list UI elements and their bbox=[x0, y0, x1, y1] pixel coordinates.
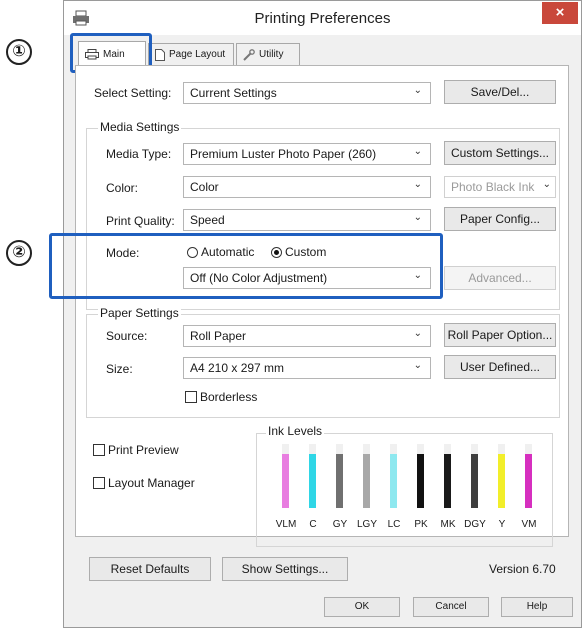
size-value: A4 210 x 297 mm bbox=[190, 361, 285, 375]
ink-label-c: C bbox=[309, 519, 317, 530]
callout-number-2: ② bbox=[6, 240, 32, 266]
close-button[interactable]: × bbox=[542, 2, 578, 24]
ink-label-pk: PK bbox=[414, 519, 428, 530]
chevron-down-icon: ⌄ bbox=[413, 179, 422, 190]
window-title: Printing Preferences bbox=[254, 10, 391, 27]
select-setting-dropdown[interactable]: Current Settings ⌄ bbox=[183, 82, 431, 104]
ink-label-mk: MK bbox=[440, 519, 456, 530]
tab-page-layout-label: Page Layout bbox=[169, 49, 226, 60]
advanced-button[interactable]: Advanced... bbox=[444, 266, 556, 290]
printing-preferences-window: Printing Preferences × Main Page Layout … bbox=[49, 0, 582, 628]
ink-label-vlm: VLM bbox=[275, 519, 297, 530]
ink-levels-display: VLM C GY LGY LC PK MK DGY Y VM bbox=[274, 444, 546, 544]
color-label: Color: bbox=[106, 181, 139, 195]
custom-settings-button[interactable]: Custom Settings... bbox=[444, 141, 556, 165]
reset-defaults-button[interactable]: Reset Defaults bbox=[89, 557, 211, 581]
chevron-down-icon: ⌄ bbox=[542, 179, 551, 190]
roll-paper-option-button[interactable]: Roll Paper Option... bbox=[444, 323, 556, 347]
chevron-down-icon: ⌄ bbox=[413, 85, 422, 96]
ink-label-lgy: LGY bbox=[356, 519, 377, 530]
ink-label-dgy: DGY bbox=[464, 519, 486, 530]
chevron-down-icon: ⌄ bbox=[413, 328, 422, 339]
callout-number-1: ① bbox=[6, 39, 32, 65]
paper-settings-title: Paper Settings bbox=[98, 306, 181, 320]
media-type-label: Media Type: bbox=[106, 147, 172, 161]
print-quality-value: Speed bbox=[190, 213, 225, 227]
ink-bar-gy bbox=[336, 454, 343, 508]
page-icon bbox=[155, 48, 165, 61]
media-type-value: Premium Luster Photo Paper (260) bbox=[190, 147, 377, 161]
driver-version: Version 6.70 bbox=[489, 562, 556, 576]
ok-button[interactable]: OK bbox=[324, 597, 400, 617]
black-ink-dropdown[interactable]: Photo Black Ink ⌄ bbox=[444, 176, 556, 198]
ink-bar-lgy bbox=[363, 454, 370, 508]
print-quality-dropdown[interactable]: Speed ⌄ bbox=[183, 209, 431, 231]
color-dropdown[interactable]: Color ⌄ bbox=[183, 176, 431, 198]
show-settings-button[interactable]: Show Settings... bbox=[222, 557, 348, 581]
borderless-checkbox[interactable] bbox=[185, 391, 197, 403]
ink-bar-mk bbox=[444, 454, 451, 508]
wrench-icon bbox=[243, 48, 255, 61]
ink-label-y: Y bbox=[498, 519, 506, 530]
user-defined-button[interactable]: User Defined... bbox=[444, 355, 556, 379]
ink-label-lc: LC bbox=[387, 519, 401, 530]
ink-bar-vlm bbox=[282, 454, 289, 508]
chevron-down-icon: ⌄ bbox=[413, 146, 422, 157]
source-dropdown[interactable]: Roll Paper ⌄ bbox=[183, 325, 431, 347]
size-label: Size: bbox=[106, 362, 133, 376]
tab-utility[interactable]: Utility bbox=[236, 43, 300, 65]
layout-manager-label: Layout Manager bbox=[108, 476, 195, 490]
ink-bar-pk bbox=[417, 454, 424, 508]
chevron-down-icon: ⌄ bbox=[413, 212, 422, 223]
media-type-dropdown[interactable]: Premium Luster Photo Paper (260) ⌄ bbox=[183, 143, 431, 165]
ink-bar-vm bbox=[525, 454, 532, 508]
ink-levels-title: Ink Levels bbox=[266, 424, 325, 438]
ink-bar-c bbox=[309, 454, 316, 508]
title-bar: Printing Preferences × bbox=[64, 1, 581, 35]
chevron-down-icon: ⌄ bbox=[413, 360, 422, 371]
borderless-label: Borderless bbox=[200, 390, 258, 404]
color-value: Color bbox=[190, 180, 219, 194]
media-settings-title: Media Settings bbox=[98, 120, 182, 134]
select-setting-value: Current Settings bbox=[190, 86, 277, 100]
save-del-button[interactable]: Save/Del... bbox=[444, 80, 556, 104]
ink-bar-y bbox=[498, 454, 505, 508]
size-dropdown[interactable]: A4 210 x 297 mm ⌄ bbox=[183, 357, 431, 379]
source-value: Roll Paper bbox=[190, 329, 247, 343]
print-preview-label: Print Preview bbox=[108, 443, 179, 457]
print-quality-label: Print Quality: bbox=[106, 214, 175, 228]
tab-page-layout[interactable]: Page Layout bbox=[148, 43, 234, 65]
black-ink-value: Photo Black Ink bbox=[451, 180, 535, 194]
ink-bar-dgy bbox=[471, 454, 478, 508]
tab-utility-label: Utility bbox=[259, 49, 284, 60]
source-label: Source: bbox=[106, 329, 148, 343]
main-tab-panel: Select Setting: Current Settings ⌄ Save/… bbox=[75, 65, 569, 547]
print-preview-checkbox[interactable] bbox=[93, 444, 105, 456]
ink-bar-lc bbox=[390, 454, 397, 508]
ink-label-gy: GY bbox=[332, 519, 348, 530]
cancel-button[interactable]: Cancel bbox=[413, 597, 489, 617]
callout-box-mode bbox=[49, 233, 443, 299]
help-button[interactable]: Help bbox=[501, 597, 573, 617]
layout-manager-checkbox[interactable] bbox=[93, 477, 105, 489]
paper-config-button[interactable]: Paper Config... bbox=[444, 207, 556, 231]
select-setting-label: Select Setting: bbox=[94, 86, 172, 100]
ink-label-vm: VM bbox=[521, 519, 537, 530]
